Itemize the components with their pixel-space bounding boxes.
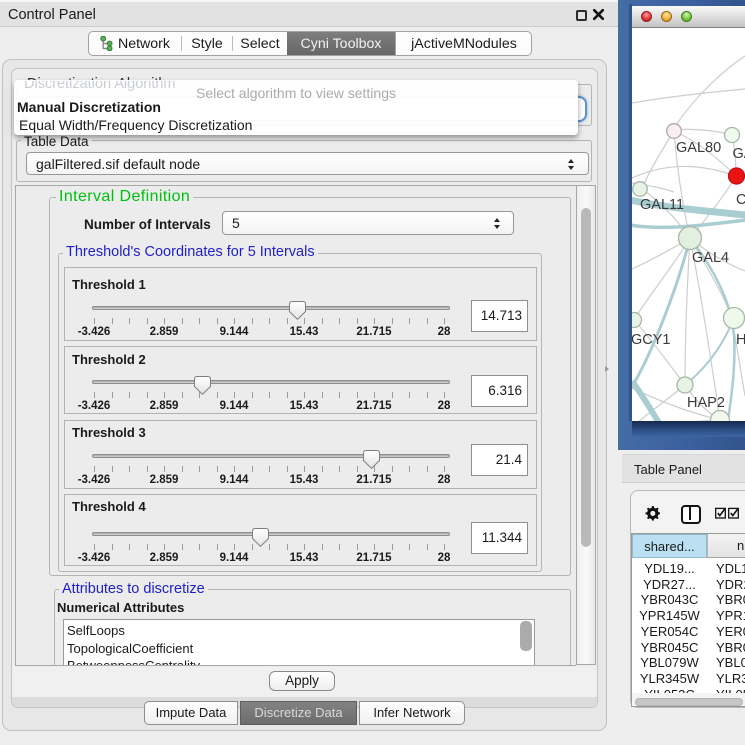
svg-text:GAL80: GAL80 xyxy=(676,140,721,156)
svg-text:H: H xyxy=(736,332,745,348)
svg-text:C: C xyxy=(736,192,745,208)
svg-text:HAP2: HAP2 xyxy=(687,395,725,411)
svg-text:GAL4: GAL4 xyxy=(692,250,729,266)
svg-text:GA: GA xyxy=(733,146,745,162)
svg-text:GCY1: GCY1 xyxy=(632,332,671,348)
svg-text:GAL11: GAL11 xyxy=(640,197,684,213)
